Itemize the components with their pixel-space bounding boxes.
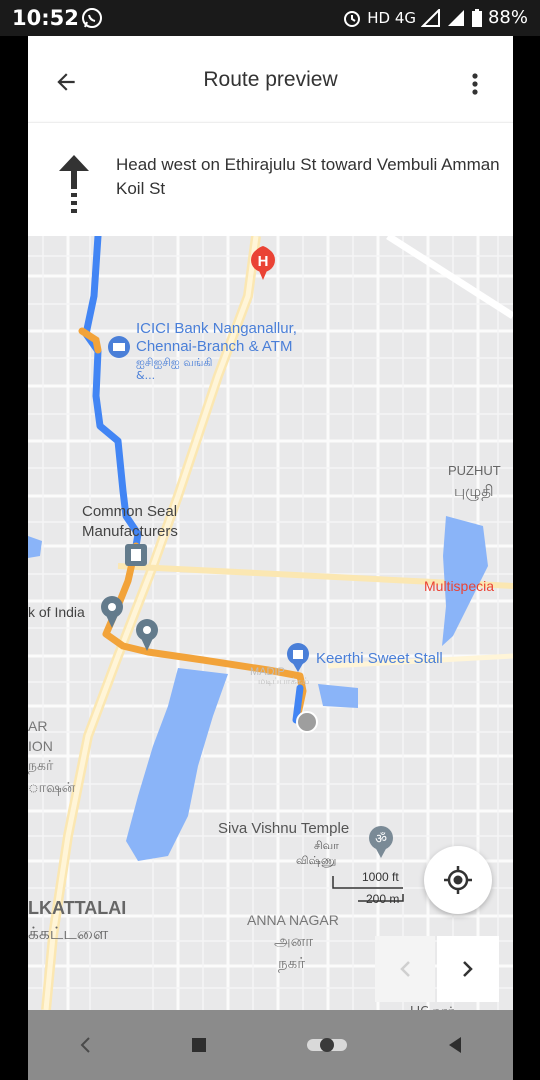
signal-icon — [420, 8, 440, 27]
madipakkam-tamil-label: மடிப்பாக்கம் — [258, 677, 310, 687]
vishnu-tamil-label: விஷ்ணு — [296, 854, 337, 867]
battery-percent: 88% — [487, 7, 528, 28]
whatsapp-icon — [82, 8, 102, 28]
route-destination-dot — [296, 711, 318, 733]
station-tamil-label: ாஷன் — [28, 780, 76, 796]
maps-app: Route preview Head west on Ethirajulu St… — [28, 36, 513, 1080]
common-seal-label[interactable]: Common Seal Manufacturers — [82, 502, 212, 542]
svg-text:H: H — [258, 253, 269, 270]
direction-text: Head west on Ethirajulu St toward Vembul… — [116, 155, 500, 198]
recenter-button[interactable] — [424, 846, 492, 914]
nav-back-triangle-icon[interactable] — [446, 1035, 464, 1055]
signal-icon-2 — [447, 9, 464, 26]
multispecial-label[interactable]: Multispecia — [424, 578, 494, 594]
icici-bank-pin — [108, 336, 130, 358]
straight-arrow-icon — [59, 155, 89, 213]
anna-nagar-label: ANNA NAGAR — [247, 912, 339, 928]
system-nav-bar — [28, 1010, 513, 1080]
bank-of-india-label[interactable]: k of India — [28, 604, 85, 620]
more-options-button[interactable] — [461, 64, 489, 104]
nav-back-chevron-icon[interactable] — [77, 1035, 93, 1055]
status-bar: 10:52 HD 4G 88% — [0, 0, 540, 36]
kattalai-label: LKATTALAI — [28, 898, 127, 918]
siva-vishnu-label[interactable]: Siva Vishnu Temple — [218, 820, 349, 837]
my-location-icon — [444, 866, 472, 894]
scale-m-label: 200 m — [366, 892, 400, 906]
status-right: HD 4G 88% — [342, 7, 528, 28]
anna-tamil-label-2: நகர் — [278, 954, 306, 972]
svg-text:ॐ: ॐ — [375, 832, 387, 847]
pond — [318, 684, 358, 708]
ion-label: ION — [28, 738, 53, 754]
nav-home-pill-icon[interactable] — [305, 1034, 349, 1056]
more-vert-icon — [472, 73, 478, 95]
network-type: HD 4G — [367, 8, 416, 27]
next-step-button[interactable] — [437, 936, 499, 1002]
ar-label: AR — [28, 718, 48, 734]
icici-label-tamil: ஐசிஐசிஐ வங்கி &... — [136, 356, 213, 382]
nav-square-icon[interactable] — [190, 1036, 208, 1054]
icici-label[interactable]: ICICI Bank Nanganallur, Chennai-Branch &… — [136, 320, 336, 382]
battery-icon — [471, 8, 482, 27]
common-seal-pin — [125, 544, 147, 566]
puzhu-label: PUZHUT — [448, 463, 501, 478]
direction-step-card[interactable]: Head west on Ethirajulu St toward Vembul… — [28, 122, 513, 236]
keerthi-label[interactable]: Keerthi Sweet Stall — [316, 650, 443, 667]
siva-tamil-label: சிவா — [314, 839, 339, 852]
chevron-left-icon — [400, 961, 410, 977]
page-title: Route preview — [203, 68, 338, 91]
status-time: 10:52 — [12, 6, 79, 30]
chevron-right-icon — [463, 961, 473, 977]
nagar-tamil-label: நகர் — [28, 758, 54, 774]
scale-ft-label: 1000 ft — [362, 870, 399, 884]
alarm-icon — [344, 10, 361, 27]
top-bar: Route preview — [28, 36, 513, 122]
anna-tamil-label: அனா — [274, 932, 314, 950]
step-navigation — [375, 936, 499, 1002]
icici-label-text: ICICI Bank Nanganallur, Chennai-Branch &… — [136, 320, 297, 355]
puzhu-tamil-label: புழுதி — [454, 482, 494, 500]
previous-step-button[interactable] — [375, 936, 435, 1002]
kattalai-tamil-label: க்கட்டளை — [28, 924, 109, 944]
